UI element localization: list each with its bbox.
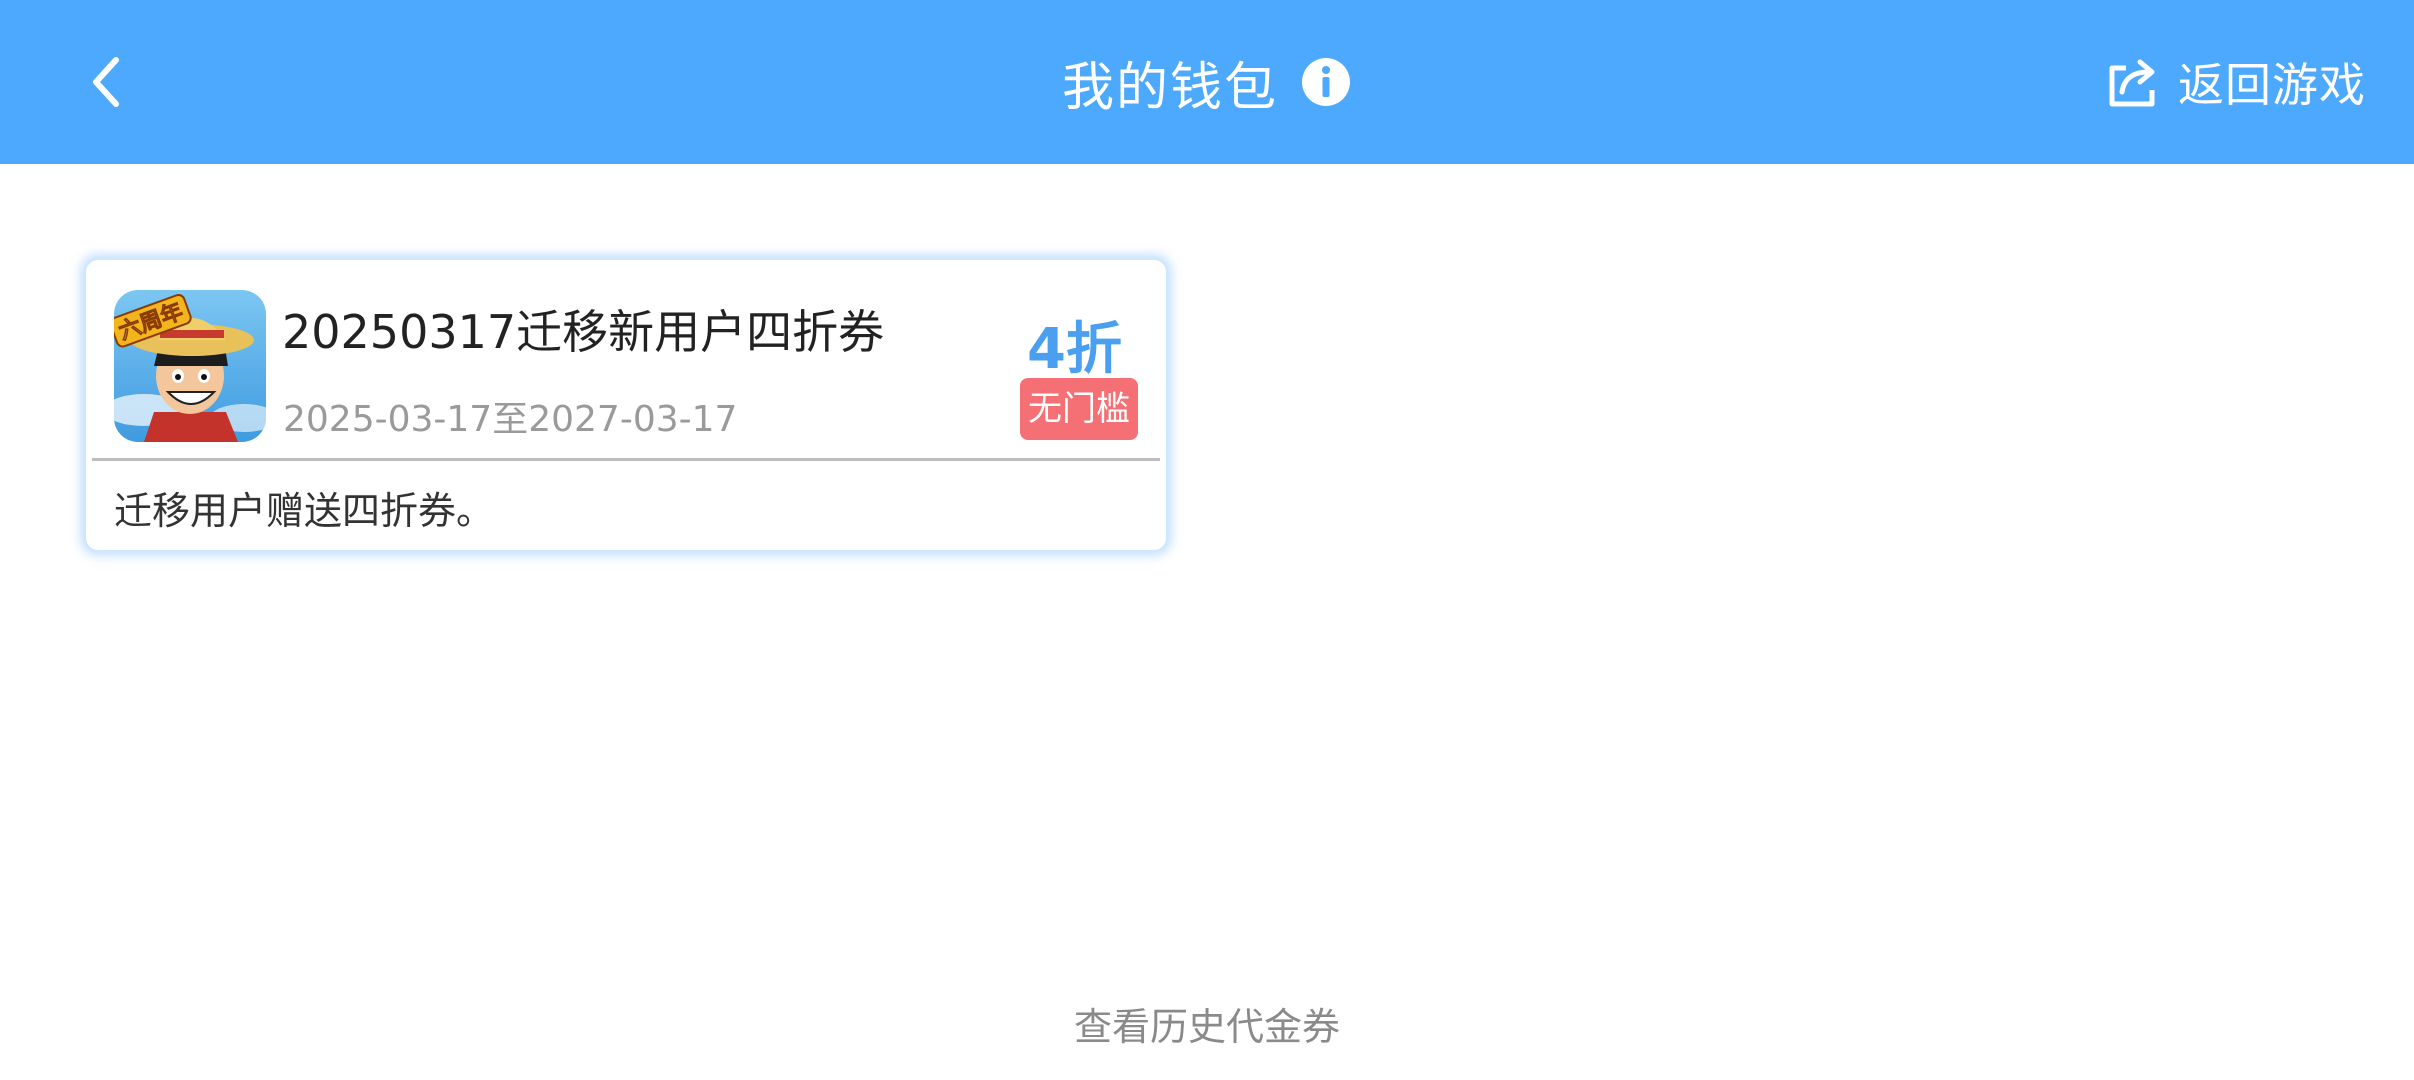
- info-circle-icon[interactable]: [1300, 56, 1352, 108]
- chevron-left-icon: [93, 57, 119, 107]
- voucher-name: 20250317迁移新用户四折券: [282, 305, 885, 359]
- view-history-vouchers-link[interactable]: 查看历史代金券: [0, 996, 2414, 1051]
- game-icon: 六周年: [114, 290, 266, 442]
- voucher-card[interactable]: 六周年 20250317迁移新用户四折券 2025-03-17至2027-03-…: [84, 258, 1168, 552]
- app-header: 我的钱包 返回游戏: [0, 0, 2414, 164]
- discount-value: 4折: [1027, 317, 1122, 382]
- voucher-validity: 2025-03-17至2027-03-17: [283, 399, 738, 440]
- return-to-game-button[interactable]: 返回游戏: [2104, 0, 2366, 164]
- card-divider: [92, 458, 1160, 461]
- page-title: 我的钱包: [1061, 57, 1278, 118]
- back-button[interactable]: [70, 42, 150, 122]
- threshold-badge: 无门槛: [1020, 378, 1138, 440]
- return-to-game-label: 返回游戏: [2178, 58, 2366, 112]
- voucher-description: 迁移用户赠送四折券。: [114, 489, 495, 533]
- share-arrow-icon: [2109, 59, 2155, 107]
